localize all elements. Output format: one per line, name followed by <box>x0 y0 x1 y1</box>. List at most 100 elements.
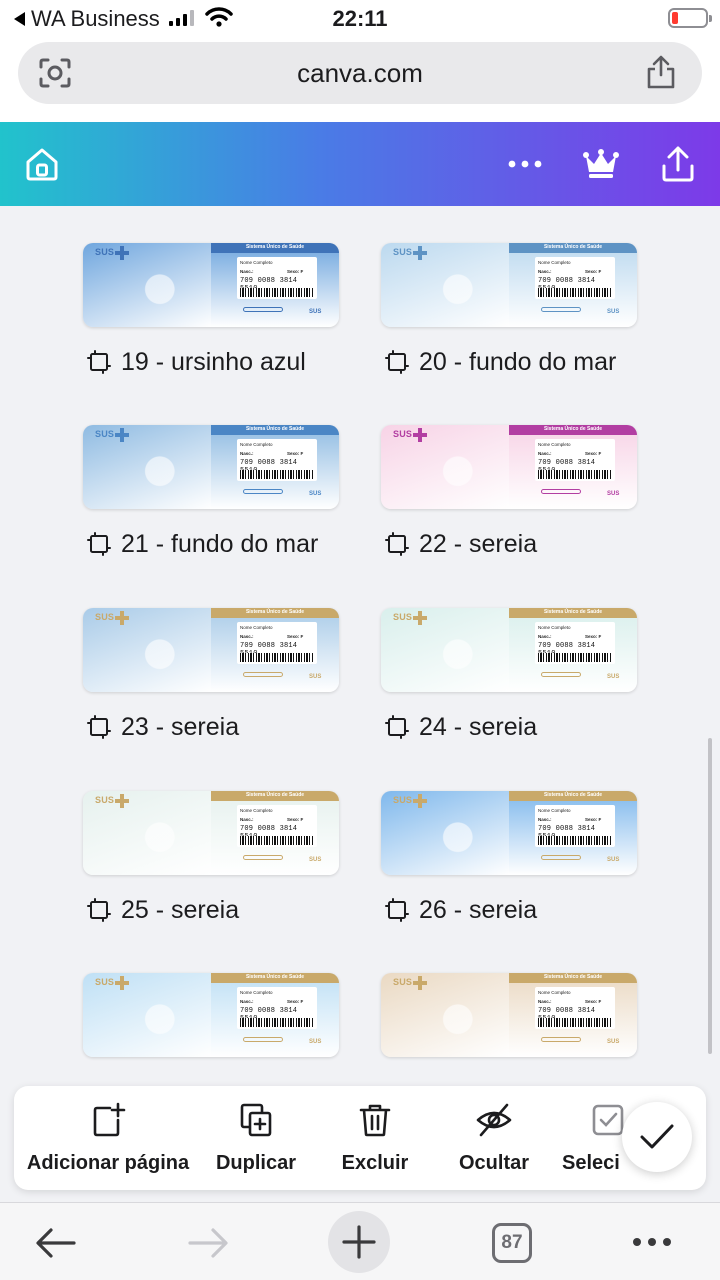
birth-label: Nasc.: <box>240 269 254 274</box>
card-pill <box>243 672 283 677</box>
url-text[interactable]: canva.com <box>18 58 702 89</box>
page-label[interactable]: 26 - sereia <box>381 895 637 925</box>
sex-label: Sexo: F <box>585 634 602 639</box>
name-field-label: Nome Completo <box>538 442 571 447</box>
name-field-label: Nome Completo <box>240 260 273 265</box>
cross-icon <box>115 794 129 808</box>
page-card[interactable]: SUS Sistema Único de Saúde Nome Completo… <box>381 608 637 742</box>
clock: 22:11 <box>332 6 388 31</box>
duplicate-icon <box>240 1103 272 1137</box>
add-page-button[interactable]: Adicionar página <box>27 1086 189 1190</box>
cross-icon <box>413 246 427 260</box>
forward-arrow-icon[interactable] <box>186 1225 230 1261</box>
sus-small-logo: SUS <box>607 1039 620 1045</box>
sus-small-logo: SUS <box>309 1039 322 1045</box>
card-form: Nome Completo Nasc.: Sexo: F 709 0088 38… <box>237 257 317 299</box>
card-form: Nome Completo Nasc.: Sexo: F 709 0088 38… <box>535 439 615 481</box>
done-button[interactable] <box>622 1102 692 1172</box>
page-card[interactable]: SUS Sistema Único de Saúde Nome Completo… <box>83 608 339 742</box>
name-field-label: Nome Completo <box>538 808 571 813</box>
sex-label: Sexo: F <box>585 451 602 456</box>
name-field-label: Nome Completo <box>538 260 571 265</box>
name-field-label: Nome Completo <box>538 625 571 630</box>
sex-label: Sexo: F <box>585 999 602 1004</box>
card-system-title: Sistema Único de Saúde <box>245 974 305 980</box>
page-card[interactable]: SUS Sistema Único de Saúde Nome Completo… <box>83 791 339 925</box>
sex-label: Sexo: F <box>585 817 602 822</box>
card-form: Nome Completo Nasc.: Sexo: F 709 0088 38… <box>535 257 615 299</box>
checkmark-icon <box>640 1124 674 1149</box>
crown-icon[interactable] <box>582 148 620 180</box>
card-pill <box>243 855 283 860</box>
page-thumbnail[interactable]: SUS Sistema Único de Saúde Nome Completo… <box>83 973 339 1057</box>
page-card[interactable]: SUS Sistema Único de Saúde Nome Completo… <box>83 425 339 559</box>
new-tab-button[interactable] <box>328 1211 390 1273</box>
share-icon[interactable] <box>644 54 678 90</box>
back-arrow-icon[interactable] <box>34 1225 78 1261</box>
name-field-label: Nome Completo <box>240 990 273 995</box>
birth-label: Nasc.: <box>240 999 254 1004</box>
select-icon <box>592 1104 624 1136</box>
card-form: Nome Completo Nasc.: Sexo: F 709 0088 38… <box>535 622 615 664</box>
page-label-text: 19 - ursinho azul <box>121 347 306 376</box>
sex-label: Sexo: F <box>287 451 304 456</box>
tab-count-button[interactable]: 87 <box>492 1223 532 1263</box>
page-label[interactable]: 24 - sereia <box>381 712 637 742</box>
page-card[interactable]: SUS Sistema Único de Saúde Nome Completo… <box>83 973 339 1057</box>
page-card[interactable]: SUS Sistema Único de Saúde Nome Completo… <box>381 791 637 925</box>
scrollbar[interactable] <box>708 738 712 1054</box>
page-label[interactable]: 25 - sereia <box>83 895 339 925</box>
card-system-title: Sistema Único de Saúde <box>543 426 603 432</box>
card-pill <box>243 489 283 494</box>
page-thumbnail[interactable]: SUS Sistema Único de Saúde Nome Completo… <box>381 608 637 692</box>
pages-grid[interactable]: SUS Sistema Único de Saúde Nome Completo… <box>0 206 720 1202</box>
sus-logo: SUS <box>95 795 115 805</box>
card-pill <box>541 855 581 860</box>
page-card[interactable]: SUS Sistema Único de Saúde Nome Completo… <box>83 243 339 377</box>
page-thumbnail[interactable]: SUS Sistema Único de Saúde Nome Completo… <box>83 791 339 875</box>
cross-icon <box>115 246 129 260</box>
page-label[interactable]: 21 - fundo do mar <box>83 529 339 559</box>
page-label[interactable]: 20 - fundo do mar <box>381 347 637 377</box>
page-thumbnail[interactable]: SUS Sistema Único de Saúde Nome Completo… <box>381 243 637 327</box>
more-icon[interactable] <box>507 153 543 175</box>
page-card[interactable]: SUS Sistema Único de Saúde Nome Completo… <box>381 425 637 559</box>
page-card[interactable]: SUS Sistema Único de Saúde Nome Completo… <box>381 973 637 1057</box>
page-transition-icon <box>87 898 111 922</box>
barcode <box>538 1018 612 1027</box>
delete-button[interactable]: Excluir <box>330 1086 420 1190</box>
barcode <box>538 470 612 479</box>
upload-icon[interactable] <box>660 144 696 184</box>
hide-button[interactable]: Ocultar <box>444 1086 544 1190</box>
page-card[interactable]: SUS Sistema Único de Saúde Nome Completo… <box>381 243 637 377</box>
page-transition-icon <box>87 350 111 374</box>
card-system-title: Sistema Único de Saúde <box>245 609 305 615</box>
page-label[interactable]: 22 - sereia <box>381 529 637 559</box>
barcode <box>240 1018 314 1027</box>
barcode <box>240 653 314 662</box>
sus-logo: SUS <box>95 429 115 439</box>
card-form: Nome Completo Nasc.: Sexo: F 709 0088 38… <box>237 805 317 847</box>
page-thumbnail[interactable]: SUS Sistema Único de Saúde Nome Completo… <box>83 425 339 509</box>
home-icon[interactable] <box>24 146 60 182</box>
card-pill <box>541 672 581 677</box>
sex-label: Sexo: F <box>287 817 304 822</box>
page-thumbnail[interactable]: SUS Sistema Único de Saúde Nome Completo… <box>83 243 339 327</box>
birth-label: Nasc.: <box>538 451 552 456</box>
sus-logo: SUS <box>95 612 115 622</box>
birth-label: Nasc.: <box>240 634 254 639</box>
sus-logo: SUS <box>393 795 413 805</box>
page-thumbnail[interactable]: SUS Sistema Único de Saúde Nome Completo… <box>381 973 637 1057</box>
address-bar[interactable]: canva.com <box>18 42 702 104</box>
sex-label: Sexo: F <box>585 269 602 274</box>
cross-icon <box>115 428 129 442</box>
name-field-label: Nome Completo <box>240 808 273 813</box>
page-thumbnail[interactable]: SUS Sistema Único de Saúde Nome Completo… <box>381 425 637 509</box>
page-thumbnail[interactable]: SUS Sistema Único de Saúde Nome Completo… <box>381 791 637 875</box>
page-label[interactable]: 19 - ursinho azul <box>83 347 339 377</box>
page-label[interactable]: 23 - sereia <box>83 712 339 742</box>
page-thumbnail[interactable]: SUS Sistema Único de Saúde Nome Completo… <box>83 608 339 692</box>
duplicate-button[interactable]: Duplicar <box>206 1086 306 1190</box>
more-menu-icon[interactable] <box>632 1237 672 1247</box>
page-transition-icon <box>87 532 111 556</box>
